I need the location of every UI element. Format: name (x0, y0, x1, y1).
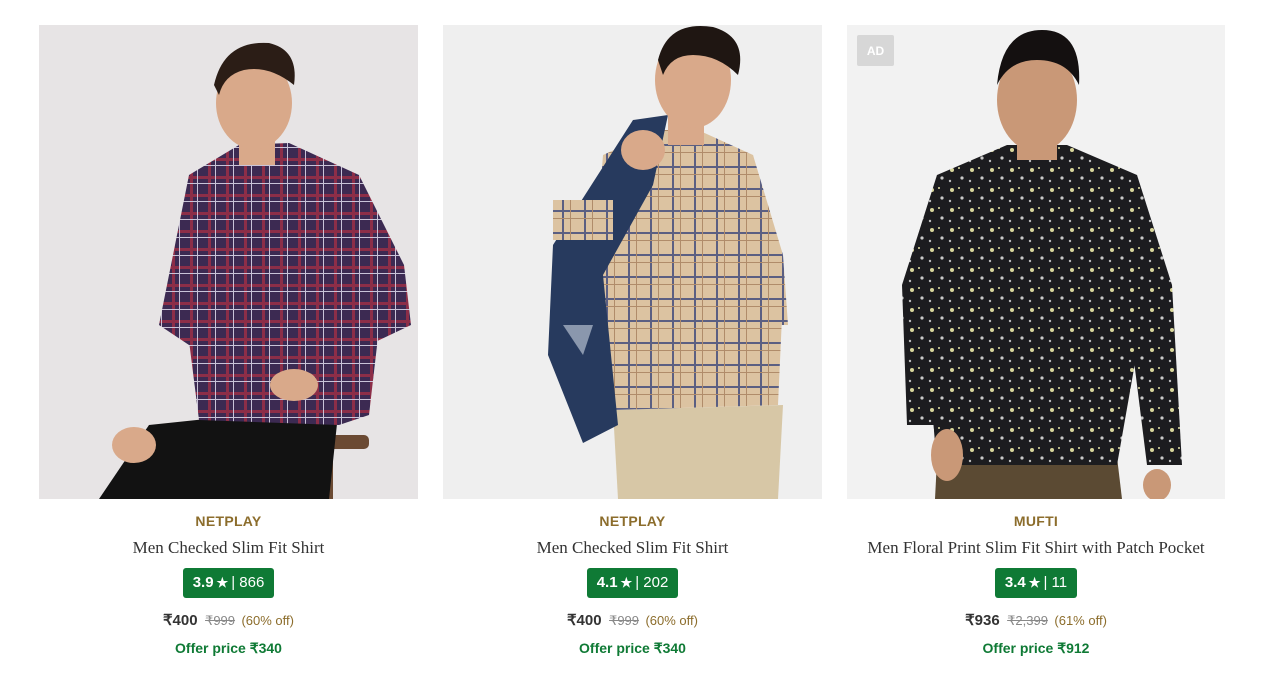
star-icon: ★ (216, 575, 229, 590)
product-card[interactable]: NETPLAY Men Checked Slim Fit Shirt 3.9 ★ |… (39, 25, 418, 665)
discount-percent: (60% off) (645, 613, 698, 628)
price-row: ₹400 ₹999 (60% off) (39, 611, 418, 630)
price-row: ₹400 ₹999 (60% off) (443, 611, 822, 630)
discount-percent: (61% off) (1054, 613, 1107, 628)
rating-value: 3.9 (192, 574, 214, 591)
price-row: ₹936 ₹2,399 (61% off) (847, 611, 1225, 630)
rating-count: | 202 (635, 574, 669, 591)
product-brand[interactable]: NETPLAY (39, 513, 418, 529)
rating-container: 3.4 ★ | 11 (847, 568, 1225, 598)
rating-value: 3.4 (1004, 574, 1026, 591)
product-name[interactable]: Men Floral Print Slim Fit Shirt with Pat… (847, 538, 1225, 558)
product-card[interactable]: NETPLAY Men Checked Slim Fit Shirt 4.1 ★ |… (443, 25, 822, 665)
product-brand[interactable]: MUFTI (847, 513, 1225, 529)
product-photo-shirt-black-floral (847, 25, 1225, 499)
selling-price: ₹936 (965, 612, 1000, 629)
product-image[interactable] (39, 25, 418, 499)
offer-price: Offer price ₹340 (175, 640, 282, 656)
product-image[interactable]: AD (847, 25, 1225, 499)
rating-badge: 3.4 ★ | 11 (994, 568, 1078, 598)
ad-badge: AD (857, 35, 894, 66)
rating-badge: 3.9 ★ | 866 (182, 568, 275, 598)
mrp-price: ₹2,399 (1007, 613, 1048, 628)
product-card[interactable]: AD MUFTI Men Floral Print Slim Fit Shirt… (847, 25, 1225, 665)
discount-percent: (60% off) (241, 613, 294, 628)
rating-badge: 4.1 ★ | 202 (586, 568, 679, 598)
selling-price: ₹400 (163, 612, 198, 629)
star-icon: ★ (1028, 575, 1041, 590)
product-photo-shirt-red-check (39, 25, 418, 499)
rating-count: | 866 (231, 574, 265, 591)
rating-container: 4.1 ★ | 202 (443, 568, 822, 598)
rating-value: 4.1 (596, 574, 618, 591)
star-icon: ★ (620, 575, 633, 590)
offer-price: Offer price ₹912 (982, 640, 1090, 656)
mrp-price: ₹999 (609, 613, 640, 628)
selling-price: ₹400 (567, 612, 602, 629)
product-name[interactable]: Men Checked Slim Fit Shirt (443, 538, 822, 558)
rating-count: | 11 (1043, 574, 1068, 591)
rating-container: 3.9 ★ | 866 (39, 568, 418, 598)
product-photo-shirt-beige-check (443, 25, 822, 499)
offer-price: Offer price ₹340 (579, 640, 686, 656)
product-image[interactable] (443, 25, 822, 499)
product-name[interactable]: Men Checked Slim Fit Shirt (39, 538, 418, 558)
product-brand[interactable]: NETPLAY (443, 513, 822, 529)
mrp-price: ₹999 (205, 613, 236, 628)
